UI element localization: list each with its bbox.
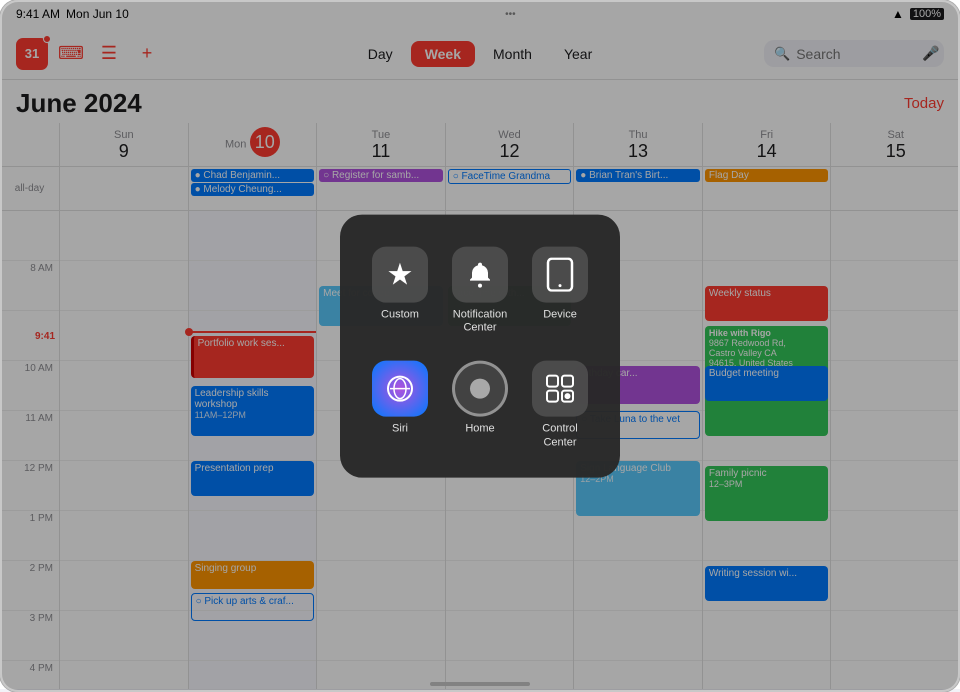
notification-label: NotificationCenter (453, 309, 507, 335)
home-inner-circle (470, 379, 490, 399)
siri-label: Siri (392, 423, 408, 436)
menu-item-device[interactable]: Device (520, 239, 600, 343)
control-icon (532, 361, 588, 417)
home-icon (452, 361, 508, 417)
device-label: Device (543, 309, 577, 322)
menu-item-control[interactable]: ControlCenter (520, 353, 600, 457)
menu-item-home[interactable]: Home (440, 353, 520, 457)
menu-item-siri[interactable]: Siri (360, 353, 440, 457)
siri-icon (372, 361, 428, 417)
notification-icon (452, 247, 508, 303)
control-label: ControlCenter (542, 423, 577, 449)
assistive-touch-menu: ★ Custom NotificationCenter Device (340, 215, 620, 478)
home-label: Home (465, 423, 494, 436)
menu-item-custom[interactable]: ★ Custom (360, 239, 440, 343)
menu-item-notification[interactable]: NotificationCenter (440, 239, 520, 343)
custom-icon: ★ (372, 247, 428, 303)
device-icon (532, 247, 588, 303)
custom-label: Custom (381, 309, 419, 322)
